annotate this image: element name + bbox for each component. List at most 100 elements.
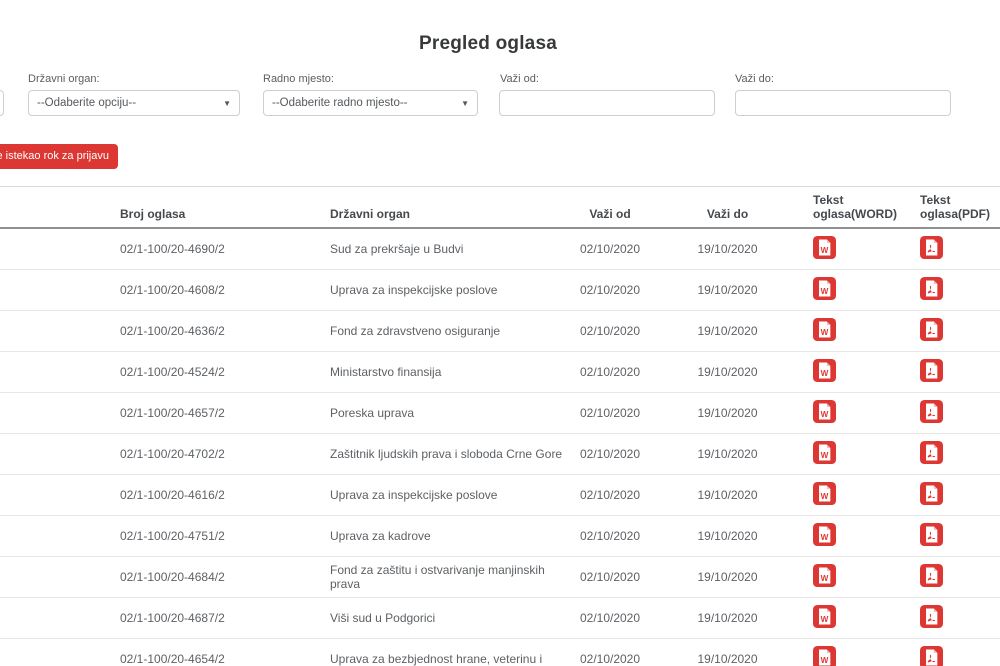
table-row: 02/1-100/20-4654/2 Uprava za bezbjednost… bbox=[0, 639, 1000, 666]
table-row: 02/1-100/20-4524/2 Ministarstvo finansij… bbox=[0, 352, 1000, 393]
cell-vazi-od: 02/10/2020 bbox=[565, 365, 655, 379]
drzavni-organ-selected-value: --Odaberite opciju-- bbox=[37, 97, 219, 109]
cell-broj-oglasa: 02/1-100/20-4524/2 bbox=[115, 365, 325, 379]
pdf-download-link[interactable] bbox=[920, 359, 943, 382]
svg-text:W: W bbox=[821, 328, 829, 337]
cell-vazi-od: 02/10/2020 bbox=[565, 611, 655, 625]
expired-deadline-button[interactable]: je istekao rok za prijavu bbox=[0, 144, 118, 169]
drzavni-organ-label: Državni organ: bbox=[28, 73, 100, 85]
table-row: 02/1-100/20-4690/2 Sud za prekršaje u Bu… bbox=[0, 229, 1000, 270]
cell-vazi-od: 02/10/2020 bbox=[565, 652, 655, 666]
table-row: 02/1-100/20-4687/2 Viši sud u Podgorici … bbox=[0, 598, 1000, 639]
cell-broj-oglasa: 02/1-100/20-4751/2 bbox=[115, 529, 325, 543]
vazi-do-input[interactable] bbox=[735, 90, 951, 116]
pdf-download-link[interactable] bbox=[920, 236, 943, 259]
cell-broj-oglasa: 02/1-100/20-4608/2 bbox=[115, 283, 325, 297]
table-row: 02/1-100/20-4657/2 Poreska uprava 02/10/… bbox=[0, 393, 1000, 434]
word-download-link[interactable]: W bbox=[813, 318, 836, 341]
pdf-download-link[interactable] bbox=[920, 605, 943, 628]
cell-vazi-do: 19/10/2020 bbox=[655, 488, 800, 502]
pdf-file-icon bbox=[920, 400, 943, 423]
pdf-file-icon bbox=[920, 236, 943, 259]
pdf-download-link[interactable] bbox=[920, 400, 943, 423]
cell-broj-oglasa: 02/1-100/20-4654/2 bbox=[115, 652, 325, 666]
cell-vazi-do: 19/10/2020 bbox=[655, 406, 800, 420]
cell-drzavni-organ: Uprava za bezbjednost hrane, veterinu i bbox=[325, 652, 565, 666]
table-row: 02/1-100/20-4684/2 Fond za zaštitu i ost… bbox=[0, 557, 1000, 598]
word-file-icon: W bbox=[813, 482, 836, 505]
svg-text:W: W bbox=[821, 492, 829, 501]
table-row: 02/1-100/20-4608/2 Uprava za inspekcijsk… bbox=[0, 270, 1000, 311]
header-drzavni-organ: Državni organ bbox=[325, 208, 565, 222]
word-file-icon: W bbox=[813, 236, 836, 259]
word-file-icon: W bbox=[813, 441, 836, 464]
word-file-icon: W bbox=[813, 318, 836, 341]
header-tekst-oglasa-word: Tekst oglasa(WORD) bbox=[800, 194, 908, 222]
ads-table-header-row: Broj oglasa Državni organ Važi od Važi d… bbox=[0, 186, 1000, 229]
vazi-od-label: Važi od: bbox=[500, 73, 539, 85]
cell-broj-oglasa: 02/1-100/20-4690/2 bbox=[115, 242, 325, 256]
svg-text:W: W bbox=[821, 533, 829, 542]
ads-table: Broj oglasa Državni organ Važi od Važi d… bbox=[0, 186, 1000, 666]
cell-drzavni-organ: Fond za zaštitu i ostvarivanje manjinski… bbox=[325, 563, 565, 591]
svg-text:W: W bbox=[821, 369, 829, 378]
table-row: 02/1-100/20-4751/2 Uprava za kadrove 02/… bbox=[0, 516, 1000, 557]
table-row: 02/1-100/20-4636/2 Fond za zdravstveno o… bbox=[0, 311, 1000, 352]
header-broj-oglasa: Broj oglasa bbox=[115, 208, 325, 222]
cell-vazi-od: 02/10/2020 bbox=[565, 488, 655, 502]
pdf-download-link[interactable] bbox=[920, 482, 943, 505]
table-row: 02/1-100/20-4616/2 Uprava za inspekcijsk… bbox=[0, 475, 1000, 516]
pdf-download-link[interactable] bbox=[920, 564, 943, 587]
svg-text:W: W bbox=[821, 287, 829, 296]
pdf-file-icon bbox=[920, 441, 943, 464]
cell-vazi-od: 02/10/2020 bbox=[565, 406, 655, 420]
cell-vazi-do: 19/10/2020 bbox=[655, 447, 800, 461]
word-download-link[interactable]: W bbox=[813, 482, 836, 505]
pdf-download-link[interactable] bbox=[920, 277, 943, 300]
drzavni-organ-select[interactable]: --Odaberite opciju-- ▼ bbox=[28, 90, 240, 116]
word-download-link[interactable]: W bbox=[813, 523, 836, 546]
header-vazi-do: Važi do bbox=[655, 208, 800, 222]
word-download-link[interactable]: W bbox=[813, 564, 836, 587]
svg-text:W: W bbox=[821, 615, 829, 624]
svg-text:W: W bbox=[821, 246, 829, 255]
pdf-download-link[interactable] bbox=[920, 646, 943, 666]
cell-drzavni-organ: Poreska uprava bbox=[325, 406, 565, 420]
cell-vazi-do: 19/10/2020 bbox=[655, 324, 800, 338]
pdf-file-icon bbox=[920, 482, 943, 505]
word-download-link[interactable]: W bbox=[813, 359, 836, 382]
chevron-down-icon: ▼ bbox=[461, 99, 469, 108]
cell-drzavni-organ: Sud za prekršaje u Budvi bbox=[325, 242, 565, 256]
cell-drzavni-organ: Uprava za kadrove bbox=[325, 529, 565, 543]
pdf-download-link[interactable] bbox=[920, 441, 943, 464]
cell-vazi-od: 02/10/2020 bbox=[565, 242, 655, 256]
pdf-file-icon bbox=[920, 523, 943, 546]
cell-broj-oglasa: 02/1-100/20-4687/2 bbox=[115, 611, 325, 625]
word-download-link[interactable]: W bbox=[813, 277, 836, 300]
cell-vazi-od: 02/10/2020 bbox=[565, 283, 655, 297]
radno-mjesto-select[interactable]: --Odaberite radno mjesto-- ▼ bbox=[263, 90, 478, 116]
word-download-link[interactable]: W bbox=[813, 400, 836, 423]
word-download-link[interactable]: W bbox=[813, 236, 836, 259]
word-download-link[interactable]: W bbox=[813, 441, 836, 464]
pdf-download-link[interactable] bbox=[920, 318, 943, 341]
cell-broj-oglasa: 02/1-100/20-4702/2 bbox=[115, 447, 325, 461]
vazi-od-input[interactable] bbox=[499, 90, 715, 116]
pdf-file-icon bbox=[920, 605, 943, 628]
pdf-file-icon bbox=[920, 646, 943, 666]
word-download-link[interactable]: W bbox=[813, 605, 836, 628]
pdf-download-link[interactable] bbox=[920, 523, 943, 546]
radno-mjesto-selected-value: --Odaberite radno mjesto-- bbox=[272, 97, 457, 109]
cell-broj-oglasa: 02/1-100/20-4657/2 bbox=[115, 406, 325, 420]
pregled-oglasa-page: Pregled oglasa Državni organ: --Odaberit… bbox=[0, 0, 1000, 666]
cell-drzavni-organ: Fond za zdravstveno osiguranje bbox=[325, 324, 565, 338]
cell-vazi-do: 19/10/2020 bbox=[655, 365, 800, 379]
select-offscreen-left[interactable] bbox=[0, 90, 4, 116]
radno-mjesto-label: Radno mjesto: bbox=[263, 73, 334, 85]
cell-vazi-od: 02/10/2020 bbox=[565, 529, 655, 543]
cell-drzavni-organ: Zaštitnik ljudskih prava i sloboda Crne … bbox=[325, 447, 565, 461]
chevron-down-icon: ▼ bbox=[223, 99, 231, 108]
cell-vazi-do: 19/10/2020 bbox=[655, 611, 800, 625]
pdf-file-icon bbox=[920, 277, 943, 300]
word-download-link[interactable]: W bbox=[813, 646, 836, 666]
